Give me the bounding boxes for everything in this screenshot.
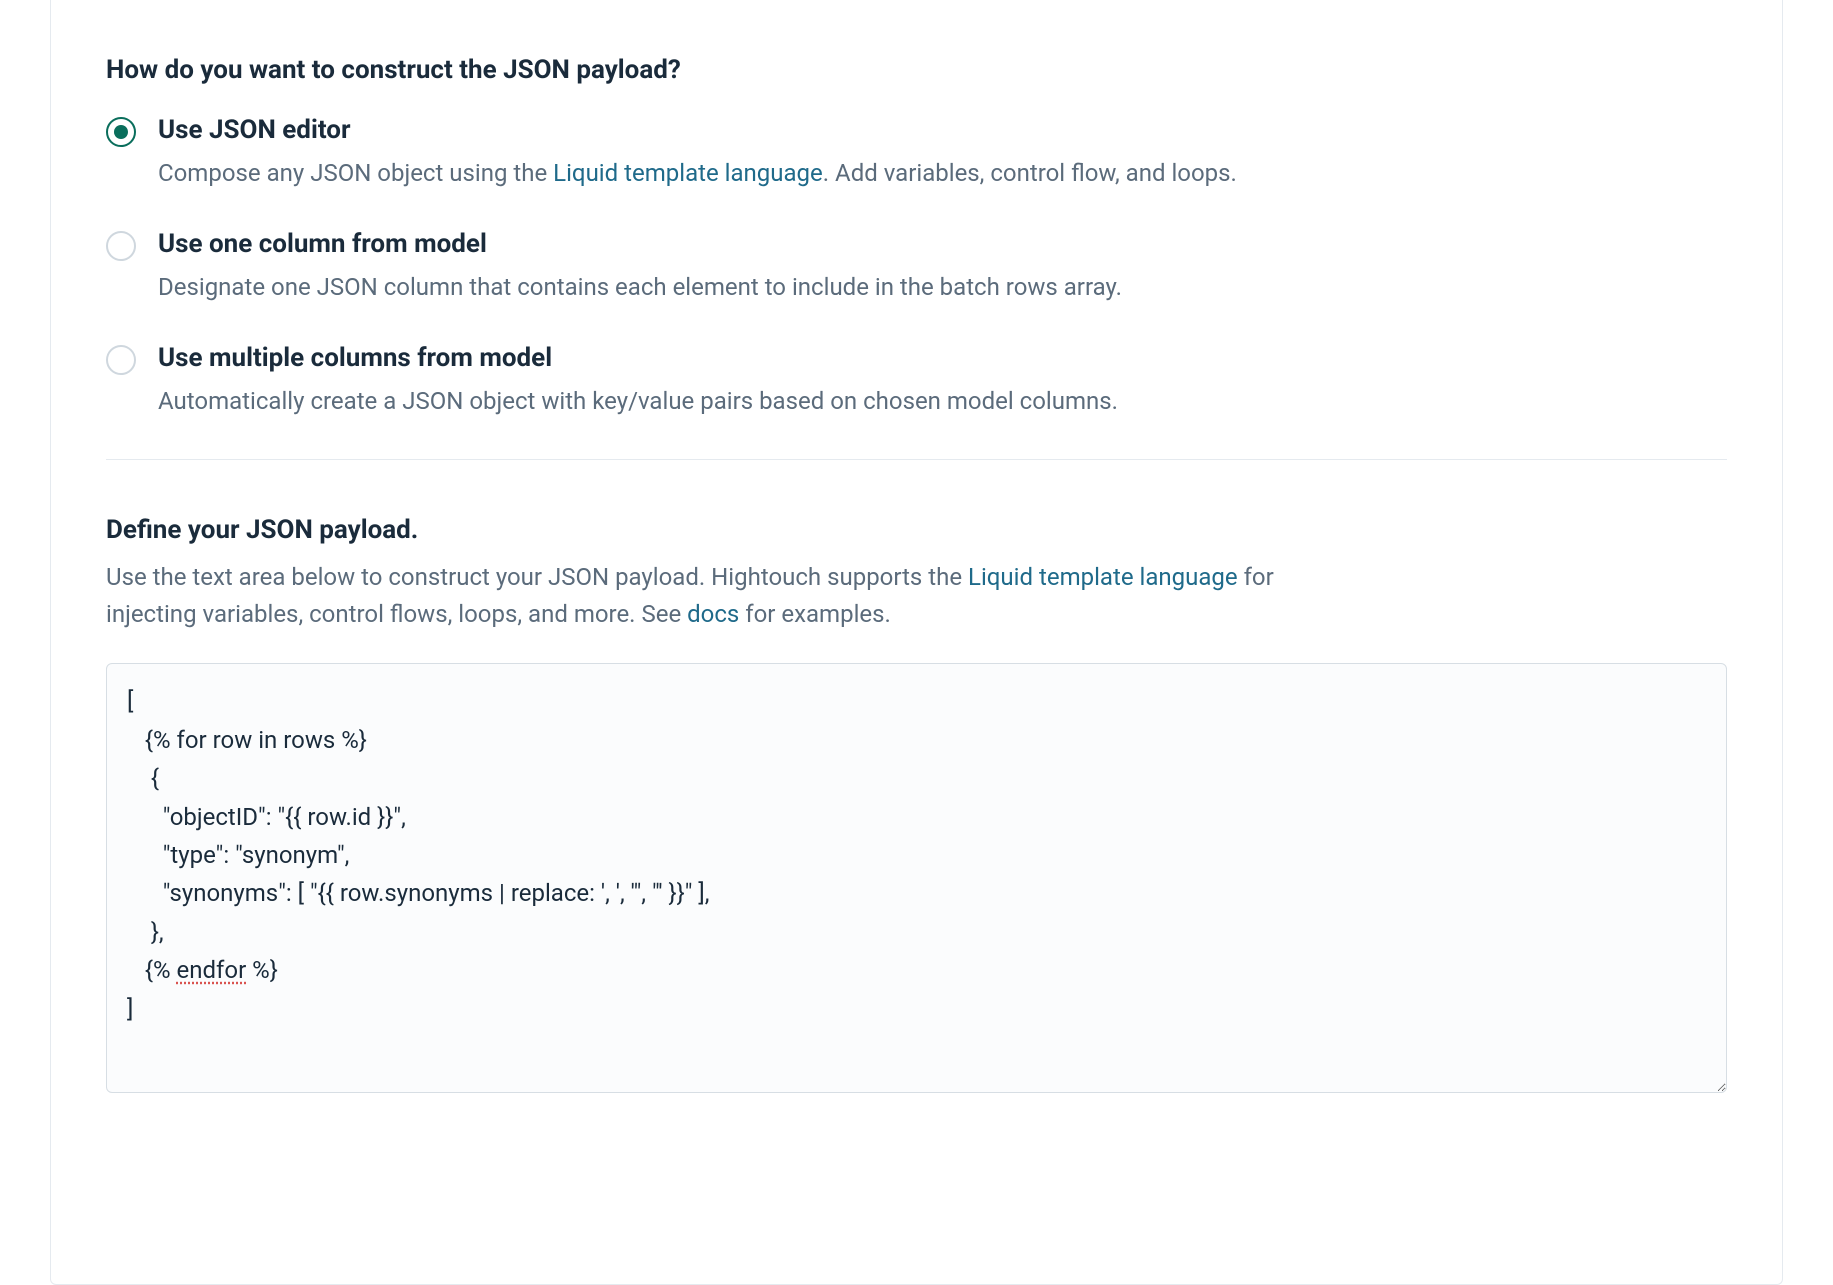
- radio-option-json-editor[interactable]: Use JSON editor Compose any JSON object …: [106, 115, 1727, 191]
- desc-text: Compose any JSON object using the: [158, 159, 553, 187]
- desc-text: Use the text area below to construct you…: [106, 563, 968, 591]
- radio-label-one-column[interactable]: Use one column from model: [158, 229, 1727, 259]
- define-description: Use the text area below to construct you…: [106, 559, 1336, 633]
- json-payload-editor[interactable]: [ {% for row in rows %} { "objectID": "{…: [106, 663, 1727, 1093]
- radio-desc-one-column: Designate one JSON column that contains …: [158, 269, 1727, 305]
- radio-desc-multiple-columns: Automatically create a JSON object with …: [158, 383, 1727, 419]
- docs-link[interactable]: docs: [687, 600, 739, 628]
- radio-label-multiple-columns[interactable]: Use multiple columns from model: [158, 343, 1727, 373]
- desc-text: . Add variables, control flow, and loops…: [823, 159, 1237, 187]
- define-heading: Define your JSON payload.: [106, 515, 1727, 545]
- radio-button-multiple-columns[interactable]: [106, 345, 136, 375]
- radio-desc-json-editor: Compose any JSON object using the Liquid…: [158, 155, 1727, 191]
- liquid-template-link[interactable]: Liquid template language: [553, 159, 823, 187]
- radio-button-one-column[interactable]: [106, 231, 136, 261]
- config-panel: How do you want to construct the JSON pa…: [50, 0, 1783, 1285]
- payload-mode-radio-group: Use JSON editor Compose any JSON object …: [106, 115, 1727, 419]
- desc-text: for examples.: [739, 600, 891, 628]
- radio-option-multiple-columns[interactable]: Use multiple columns from model Automati…: [106, 343, 1727, 419]
- construct-heading: How do you want to construct the JSON pa…: [106, 55, 1727, 85]
- radio-label-json-editor[interactable]: Use JSON editor: [158, 115, 1727, 145]
- radio-button-json-editor[interactable]: [106, 117, 136, 147]
- liquid-template-language-link[interactable]: Liquid template language: [968, 563, 1238, 591]
- radio-option-one-column[interactable]: Use one column from model Designate one …: [106, 229, 1727, 305]
- section-divider: [106, 459, 1727, 460]
